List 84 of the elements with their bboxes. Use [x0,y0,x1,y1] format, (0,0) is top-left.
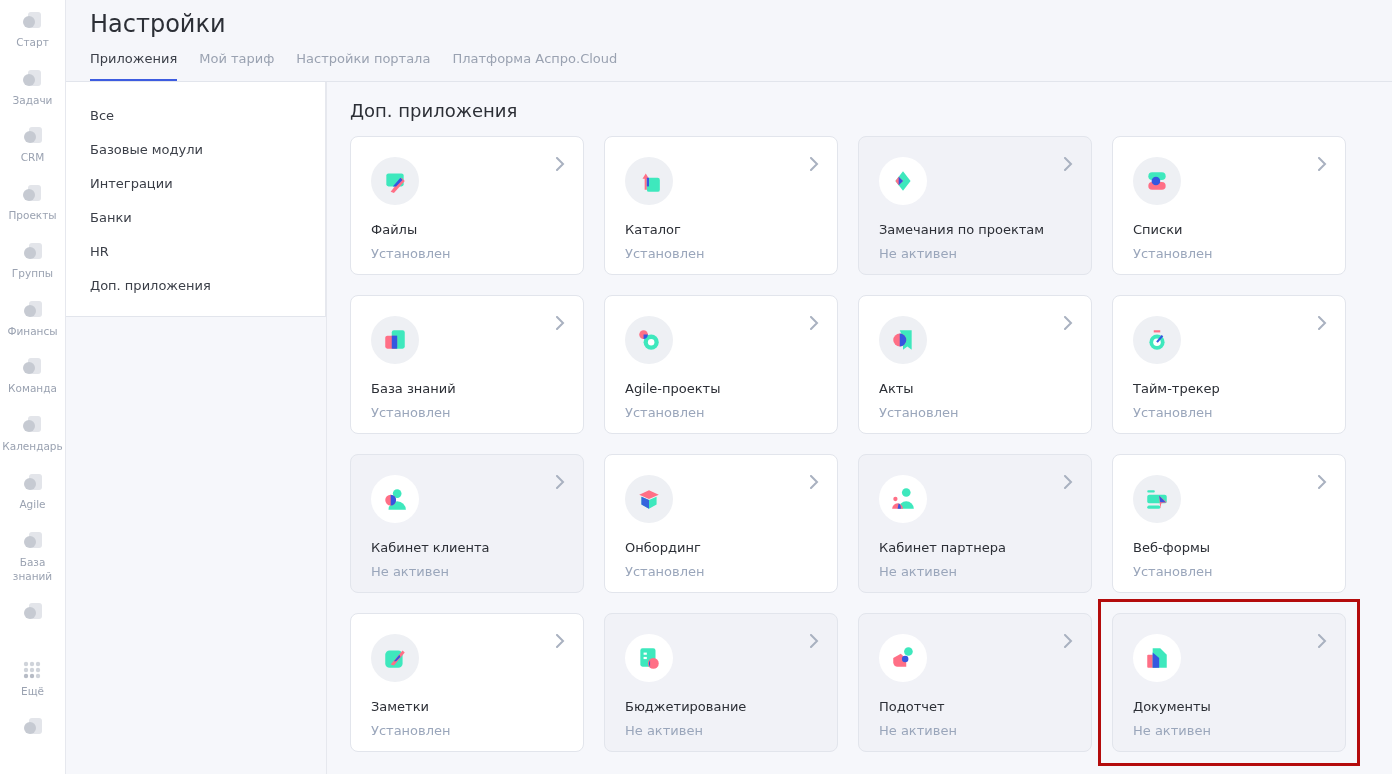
app-status: Не активен [625,722,704,741]
app-card[interactable]: Подотчет Не активен [858,612,1092,752]
chevron-right-icon [809,474,819,489]
chevron-right-icon [1063,474,1073,489]
rail-label: Старт [16,35,49,49]
app-status: Не активен [371,563,450,582]
chevron-right-icon [1063,633,1073,648]
rail-label: CRM [20,150,45,165]
chevron-right-icon [555,633,565,648]
rail-label: Agile [19,496,46,511]
rail-label: Группы [11,265,54,280]
page-title: Настройки [90,10,227,39]
chevron-right-icon [555,315,565,330]
app-name: Кабинет клиента [371,538,491,557]
category-link[interactable]: Доп. приложения [90,272,301,306]
app-status: Не активен [879,722,958,741]
app-status: Установлен [371,404,452,423]
app-card[interactable]: Заметки Установлен [350,612,584,752]
app-card[interactable]: Agile-проекты Установлен [604,294,838,434]
chevron-right-icon [555,156,565,171]
app-card[interactable]: Кабинет клиента Не активен [350,453,584,593]
app-name: Списки [1133,220,1184,239]
app-status: Не активен [879,563,958,582]
app-status: Установлен [879,404,960,423]
category-link[interactable]: Все [90,102,301,136]
app-status: Установлен [625,563,706,582]
category-link[interactable]: Банки [90,204,301,238]
category-link[interactable]: HR [90,238,301,272]
rail-label: Проекты [8,208,57,223]
app-status: Не активен [879,245,958,264]
app-status: Установлен [371,245,452,264]
app-card[interactable]: Каталог Установлен [604,135,838,275]
app-name: Кабинет партнера [879,538,1007,557]
chevron-right-icon [1317,474,1327,489]
chevron-right-icon [809,156,819,171]
app-name: Онбординг [625,538,702,557]
app-name: Акты [879,379,915,398]
app-status: Не активен [1133,722,1212,741]
app-card[interactable]: Акты Установлен [858,294,1092,434]
app-card[interactable]: Тайм-трекер Установлен [1112,294,1346,434]
chevron-right-icon [555,474,565,489]
chevron-right-icon [1317,315,1327,330]
app-card[interactable]: Замечания по проектам Не активен [858,135,1092,275]
rail-label: База знаний [12,554,53,583]
app-name: Замечания по проектам [879,220,1046,239]
app-name: Тайм-трекер [1133,379,1221,398]
app-name: Подотчет [879,697,946,716]
chevron-right-icon [1317,156,1327,171]
category-link[interactable]: Базовые модули [90,136,301,170]
app-name: Заметки [371,697,430,716]
section-title: Доп. приложения [350,100,519,122]
app-card[interactable]: Онбординг Установлен [604,453,838,593]
app-card[interactable]: База знаний Установлен [350,294,584,434]
chevron-right-icon [1317,633,1327,648]
app-status: Установлен [625,404,706,423]
app-icon [890,485,916,512]
app-status: Установлен [1133,404,1214,423]
app-status: Установлен [1133,245,1214,264]
app-name: Веб-формы [1133,538,1212,557]
chevron-right-icon [809,315,819,330]
category-link[interactable]: Интеграции [90,170,301,204]
app-card[interactable]: Списки Установлен [1112,135,1346,275]
app-name: Каталог [625,220,682,239]
app-name: База знаний [371,379,457,398]
chevron-right-icon [809,633,819,648]
app-status: Установлен [625,245,706,264]
rail-label: Задачи [12,92,53,107]
app-name: Agile-проекты [625,379,722,398]
app-card[interactable]: Документы Не активен [1112,612,1346,752]
rail-label: Ещё [21,683,44,698]
app-status: Установлен [1133,563,1214,582]
app-card[interactable]: Веб-формы Установлен [1112,453,1346,593]
rail-label: Команда [8,381,57,396]
rail-label: Календарь [2,439,63,454]
app-name: Файлы [371,220,419,239]
app-name: Бюджетирование [625,697,748,716]
rail-label: Финансы [7,323,58,338]
chevron-right-icon [1063,156,1073,171]
app-card[interactable]: Кабинет партнера Не активен [858,453,1092,593]
chevron-right-icon [1063,315,1073,330]
app-status: Установлен [371,722,452,741]
app-card[interactable]: Бюджетирование Не активен [604,612,838,752]
app-name: Документы [1133,697,1212,716]
app-card[interactable]: Файлы Установлен [350,135,584,275]
